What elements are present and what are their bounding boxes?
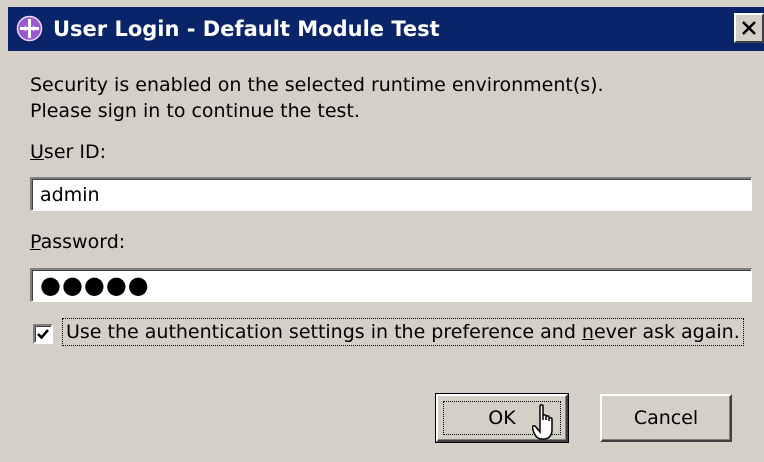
hand-cursor-icon (531, 404, 562, 446)
password-label: Password: (30, 231, 126, 253)
password-value: ●●●●● (40, 271, 150, 299)
cancel-button[interactable]: Cancel (600, 394, 732, 442)
close-icon (742, 21, 756, 35)
password-label-rest: assword: (40, 231, 126, 253)
remember-checkbox[interactable] (33, 324, 53, 344)
user-id-value: admin (40, 184, 100, 206)
security-message-line2: Please sign in to continue the test. (30, 100, 360, 122)
password-field[interactable]: ●●●●● (30, 268, 752, 302)
checkmark-icon (37, 329, 49, 340)
user-id-field[interactable]: admin (30, 177, 752, 211)
user-id-label-rest: ser ID: (43, 141, 106, 163)
window-title: User Login - Default Module Test (53, 17, 440, 41)
cancel-button-label: Cancel (633, 407, 699, 429)
user-id-label: User ID: (30, 141, 106, 163)
security-message-line1: Security is enabled on the selected runt… (30, 74, 604, 96)
close-button[interactable] (734, 13, 764, 43)
gear-module-icon (16, 15, 43, 42)
login-dialog: User Login - Default Module Test Securit… (0, 0, 764, 462)
remember-checkbox-label[interactable]: Use the authentication settings in the p… (62, 318, 744, 346)
title-bar[interactable]: User Login - Default Module Test (8, 7, 764, 51)
